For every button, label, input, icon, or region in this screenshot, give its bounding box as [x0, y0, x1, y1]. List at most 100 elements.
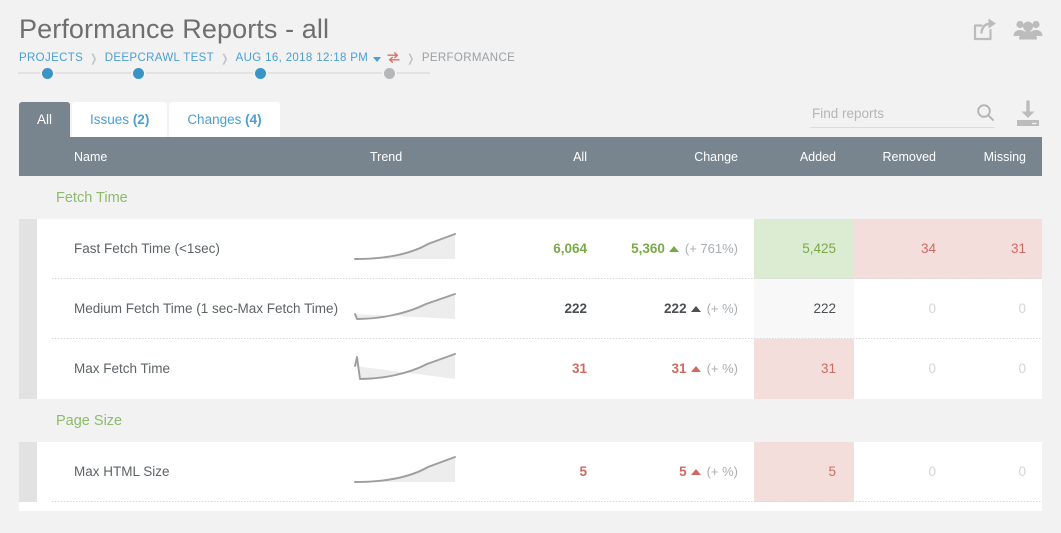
search-input[interactable] [810, 100, 966, 127]
cell-removed: 34 [854, 219, 954, 279]
value-removed: 0 [928, 301, 936, 316]
page-title: Performance Reports - all [19, 14, 330, 44]
report-name: Max Fetch Time [74, 361, 171, 376]
cell-added: 5 [754, 442, 854, 502]
cell-trend [354, 232, 484, 266]
cell-missing: 31 [954, 219, 1042, 279]
value-all: 5 [579, 464, 587, 479]
chevron-down-icon[interactable] [373, 56, 382, 62]
table-row[interactable]: Medium Fetch Time (1 sec-Max Fetch Time)… [19, 279, 1042, 339]
cell-name: Fast Fetch Time (<1sec) [37, 240, 354, 258]
team-icon[interactable] [1013, 18, 1043, 43]
breadcrumb-separator-icon: ❯ [221, 52, 229, 65]
value-change-pct: (+ %) [706, 464, 738, 479]
crawl-progress-rail [18, 66, 430, 81]
trend-sparkline [354, 455, 484, 489]
section-header-row: Fetch Time [19, 176, 1042, 219]
tab-all[interactable]: All [19, 102, 71, 137]
breadcrumb-separator-icon: ❯ [407, 52, 415, 65]
cell-trend [354, 455, 484, 489]
cell-trend [354, 292, 484, 326]
report-name: Fast Fetch Time (<1sec) [74, 241, 220, 256]
column-header-removed[interactable]: Removed [854, 150, 954, 164]
trend-up-icon [690, 366, 701, 372]
cell-added: 5,425 [754, 219, 854, 279]
value-change: 31 [671, 361, 687, 376]
tab-all-label: All [37, 112, 53, 127]
value-missing: 31 [1010, 241, 1026, 256]
share-icon[interactable] [971, 17, 999, 43]
cell-added: 222 [754, 279, 854, 339]
value-removed: 0 [928, 361, 936, 376]
column-header-all[interactable]: All [484, 150, 599, 164]
value-change-pct: (+ %) [706, 361, 738, 376]
value-change-pct: (+ 761%) [684, 241, 738, 256]
value-added: 222 [813, 301, 836, 316]
value-change: 5,360 [631, 241, 665, 256]
table-header-row: Name Trend All Change Added Removed Miss… [19, 137, 1042, 176]
column-header-missing[interactable]: Missing [954, 150, 1042, 164]
breadcrumb-item-project[interactable]: DEEPCRAWL TEST [105, 52, 214, 64]
progress-dot-3[interactable] [253, 66, 268, 81]
cell-missing: 0 [954, 442, 1042, 502]
column-header-change[interactable]: Change [599, 150, 754, 164]
value-all: 31 [571, 361, 587, 376]
value-added: 31 [820, 361, 836, 376]
cell-change: 222 (+ %) [599, 300, 754, 318]
progress-track [18, 72, 430, 74]
breadcrumb-separator-icon: ❯ [90, 52, 98, 65]
cell-name: Max Fetch Time [37, 360, 354, 378]
search-icon[interactable] [976, 103, 995, 122]
breadcrumb-item-projects[interactable]: PROJECTS [19, 52, 83, 64]
breadcrumb-item-performance: PERFORMANCE [421, 52, 516, 64]
cell-change: 5,360 (+ 761%) [599, 240, 754, 258]
cell-removed: 0 [854, 442, 954, 502]
column-header-trend[interactable]: Trend [354, 150, 484, 164]
column-header-added[interactable]: Added [754, 150, 854, 164]
breadcrumb-item-crawl-date[interactable]: AUG 16, 2018 12:18 PM [236, 52, 369, 64]
cell-removed: 0 [854, 339, 954, 399]
tab-issues-label: Issues [90, 112, 130, 127]
value-change-pct: (+ %) [706, 301, 738, 316]
tab-changes[interactable]: Changes (4) [169, 102, 280, 137]
tab-issues[interactable]: Issues (2) [72, 102, 168, 137]
tabs-row: All Issues (2) Changes (4) [0, 99, 1061, 137]
value-missing: 0 [1018, 301, 1026, 316]
cell-trend [354, 352, 484, 386]
reports-table: Name Trend All Change Added Removed Miss… [19, 137, 1042, 511]
cell-all: 31 [484, 360, 599, 378]
report-name: Max HTML Size [74, 464, 170, 479]
tab-changes-label: Changes [187, 112, 242, 127]
trend-sparkline [354, 232, 484, 266]
value-missing: 0 [1018, 361, 1026, 376]
download-icon[interactable] [1013, 99, 1043, 129]
value-removed: 34 [920, 241, 936, 256]
cell-name: Medium Fetch Time (1 sec-Max Fetch Time) [37, 300, 354, 318]
report-tabs: All Issues (2) Changes (4) [19, 99, 282, 137]
progress-dot-1[interactable] [40, 66, 55, 81]
trend-up-icon [668, 246, 679, 252]
trend-up-icon [690, 469, 701, 475]
trend-up-icon [690, 306, 701, 312]
breadcrumb: PROJECTS ❯ DEEPCRAWL TEST ❯ AUG 16, 2018… [19, 51, 515, 65]
cell-name: Max HTML Size [37, 463, 354, 481]
cell-all: 222 [484, 300, 599, 318]
value-added: 5,425 [802, 241, 836, 256]
column-header-name[interactable]: Name [37, 150, 354, 164]
table-row[interactable]: Fast Fetch Time (<1sec) 6,064 5,360 (+ 76… [19, 219, 1042, 279]
table-row[interactable]: Max Fetch Time 31 31 (+ %) 31 0 0 [19, 339, 1042, 399]
cell-missing: 0 [954, 279, 1042, 339]
value-change: 5 [679, 464, 687, 479]
tab-changes-count: (4) [245, 112, 262, 127]
section-header-row: Page Size [19, 399, 1042, 442]
progress-dot-4[interactable] [382, 66, 397, 81]
table-row[interactable]: Max HTML Size 5 5 (+ %) 5 0 0 [19, 442, 1042, 502]
cell-all: 5 [484, 463, 599, 481]
compare-swap-icon[interactable] [387, 52, 400, 66]
progress-dot-2[interactable] [131, 66, 146, 81]
value-missing: 0 [1018, 464, 1026, 479]
cell-all: 6,064 [484, 240, 599, 258]
cell-missing: 0 [954, 339, 1042, 399]
value-all: 6,064 [553, 241, 587, 256]
search-box [810, 100, 995, 128]
